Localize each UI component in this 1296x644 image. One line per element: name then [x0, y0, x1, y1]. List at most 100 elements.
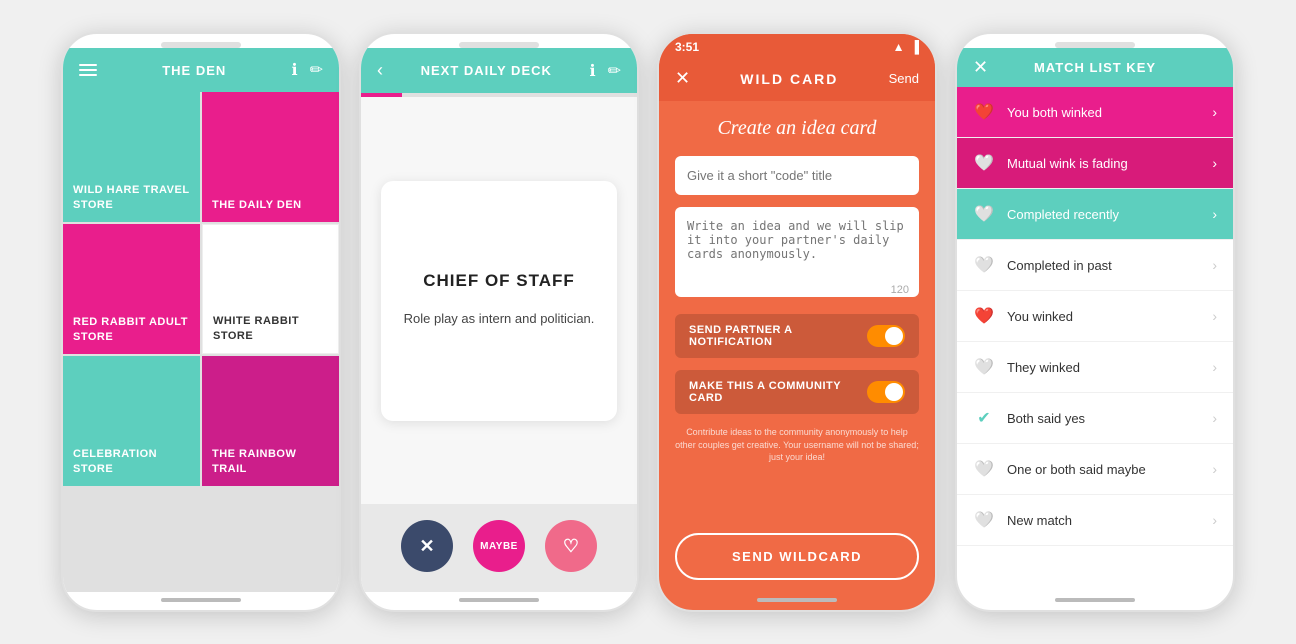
screens-container: THE DEN ℹ ✏ WILD HARE TRAVEL STORE THE D…	[61, 32, 1235, 612]
back-icon[interactable]: ‹	[377, 60, 383, 81]
home-bar4	[1055, 598, 1135, 602]
match-item-left-7: 🤍 One or both said maybe	[973, 458, 1146, 480]
edit-icon2[interactable]: ✏	[608, 61, 621, 81]
grid-cell-wild-hare[interactable]: WILD HARE TRAVEL STORE	[63, 92, 200, 222]
match-label-4: You winked	[1007, 309, 1073, 324]
match-item-left-3: 🤍 Completed in past	[973, 254, 1112, 276]
grid-cell-daily-den[interactable]: THE DAILY DEN	[202, 92, 339, 222]
home-bar1	[161, 598, 241, 602]
match-item-both-yes[interactable]: ✔ Both said yes ›	[957, 393, 1233, 444]
cell-label-daily-den: THE DAILY DEN	[212, 198, 302, 212]
maybe-button[interactable]: MAYBE	[473, 520, 525, 572]
chevron-7: ›	[1212, 461, 1217, 477]
heart-icon-8: 🤍	[973, 509, 995, 531]
cell-label-rainbow-trail: THE RAINBOW TRAIL	[212, 447, 329, 476]
match-label-6: Both said yes	[1007, 411, 1085, 426]
wildcard-subtitle: Create an idea card	[675, 117, 919, 140]
screen4-phone: ✕ MATCH LIST KEY ❤️ You both winked › 🤍 …	[955, 32, 1235, 612]
screen3-phone: 3:51 ▲ ▐ ✕ WILD CARD Send Create an idea…	[657, 32, 937, 612]
heart-icon-5: 🤍	[973, 356, 995, 378]
screen1-title: THE DEN	[162, 63, 226, 78]
screen2-phone: ‹ NEXT DAILY DECK ℹ ✏ CHIEF OF STAFF Rol…	[359, 32, 639, 612]
cell-label-wild-hare: WILD HARE TRAVEL STORE	[73, 183, 190, 212]
toggle2-label: MAKE THIS A COMMUNITY CARD	[689, 380, 867, 404]
store-grid: WILD HARE TRAVEL STORE THE DAILY DEN RED…	[63, 92, 339, 592]
idea-textarea[interactable]	[675, 207, 919, 297]
screen2-title: NEXT DAILY DECK	[421, 63, 552, 78]
battery-icon: ▐	[910, 40, 919, 54]
wifi-icon: ▲	[893, 40, 905, 54]
cell-label-red-rabbit: RED RABBIT ADULT STORE	[73, 315, 190, 344]
match-item-you-both-winked[interactable]: ❤️ You both winked ›	[957, 87, 1233, 138]
card-area: CHIEF OF STAFF Role play as intern and p…	[361, 97, 637, 504]
match-item-left-8: 🤍 New match	[973, 509, 1072, 531]
match-item-maybe[interactable]: 🤍 One or both said maybe ›	[957, 444, 1233, 495]
reject-button[interactable]: ✕	[401, 520, 453, 572]
like-button[interactable]: ♡	[545, 520, 597, 572]
code-title-input[interactable]	[675, 156, 919, 195]
screen3-title: WILD CARD	[740, 71, 838, 87]
match-item-left-6: ✔ Both said yes	[973, 407, 1085, 429]
wildcard-content: Create an idea card 120 SEND PARTNER A N…	[659, 101, 935, 533]
status-time: 3:51	[675, 40, 699, 54]
toggle-community[interactable]	[867, 381, 905, 403]
edit-icon[interactable]: ✏	[310, 60, 323, 80]
home-bar3	[757, 598, 837, 602]
heart-icon-2: 🤍	[973, 203, 995, 225]
deck-card: CHIEF OF STAFF Role play as intern and p…	[381, 181, 617, 421]
card-title: CHIEF OF STAFF	[423, 271, 575, 291]
match-label-7: One or both said maybe	[1007, 462, 1146, 477]
grid-cell-red-rabbit[interactable]: RED RABBIT ADULT STORE	[63, 224, 200, 354]
textarea-wrap: 120	[675, 207, 919, 302]
screen4-title: MATCH LIST KEY	[1034, 60, 1156, 75]
close-wildcard-icon[interactable]: ✕	[675, 68, 690, 89]
match-item-left-4: ❤️ You winked	[973, 305, 1073, 327]
heart-icon-1: 🤍	[973, 152, 995, 174]
chevron-5: ›	[1212, 359, 1217, 375]
heart-icon-4: ❤️	[973, 305, 995, 327]
match-label-new-match: New match	[1007, 513, 1072, 528]
toggle-knob2	[885, 383, 903, 401]
match-label-3: Completed in past	[1007, 258, 1112, 273]
heart-icon-0: ❤️	[973, 101, 995, 123]
checkmark-icon-6: ✔	[973, 407, 995, 429]
info-icon[interactable]: ℹ	[292, 60, 298, 80]
match-item-fading[interactable]: 🤍 Mutual wink is fading ›	[957, 138, 1233, 189]
match-item-completed-recently[interactable]: 🤍 Completed recently ›	[957, 189, 1233, 240]
chevron-1: ›	[1212, 155, 1217, 171]
status-icons: ▲ ▐	[893, 40, 919, 54]
card-body: Role play as intern and politician.	[404, 309, 595, 330]
match-item-they-winked[interactable]: 🤍 They winked ›	[957, 342, 1233, 393]
grid-cell-celebration[interactable]: CELEBRATION STORE	[63, 356, 200, 486]
chevron-0: ›	[1212, 104, 1217, 120]
match-label-fading: Mutual wink is fading	[1007, 156, 1128, 171]
send-link[interactable]: Send	[889, 71, 919, 86]
match-item-left-0: ❤️ You both winked	[973, 101, 1102, 123]
send-wildcard-button[interactable]: SEND WILDCARD	[675, 533, 919, 580]
char-count: 120	[891, 284, 909, 296]
home-bar2	[459, 598, 539, 602]
close-match-icon[interactable]: ✕	[973, 57, 988, 78]
match-item-new-match[interactable]: 🤍 New match ›	[957, 495, 1233, 546]
toggle-notification[interactable]	[867, 325, 905, 347]
toggle-knob1	[885, 327, 903, 345]
match-item-you-winked[interactable]: ❤️ You winked ›	[957, 291, 1233, 342]
match-label-0: You both winked	[1007, 105, 1102, 120]
toggle-row-community: MAKE THIS A COMMUNITY CARD	[675, 370, 919, 414]
info-icon2[interactable]: ℹ	[590, 61, 596, 81]
screen1-phone: THE DEN ℹ ✏ WILD HARE TRAVEL STORE THE D…	[61, 32, 341, 612]
chevron-2: ›	[1212, 206, 1217, 222]
match-item-completed-past[interactable]: 🤍 Completed in past ›	[957, 240, 1233, 291]
grid-cell-white-rabbit[interactable]: WHITE RABBIT STORE	[202, 224, 339, 354]
heart-icon-3: 🤍	[973, 254, 995, 276]
cell-label-celebration: CELEBRATION STORE	[73, 447, 190, 476]
match-item-left-2: 🤍 Completed recently	[973, 203, 1119, 225]
grid-cell-rainbow-trail[interactable]: THE RAINBOW TRAIL	[202, 356, 339, 486]
chevron-3: ›	[1212, 257, 1217, 273]
screen3-status-bar: 3:51 ▲ ▐	[659, 34, 935, 56]
match-list: ❤️ You both winked › 🤍 Mutual wink is fa…	[957, 87, 1233, 592]
toggle1-label: SEND PARTNER A NOTIFICATION	[689, 324, 867, 348]
toggle-row-notification: SEND PARTNER A NOTIFICATION	[675, 314, 919, 358]
match-item-left-5: 🤍 They winked	[973, 356, 1080, 378]
hamburger-icon[interactable]	[79, 64, 97, 76]
